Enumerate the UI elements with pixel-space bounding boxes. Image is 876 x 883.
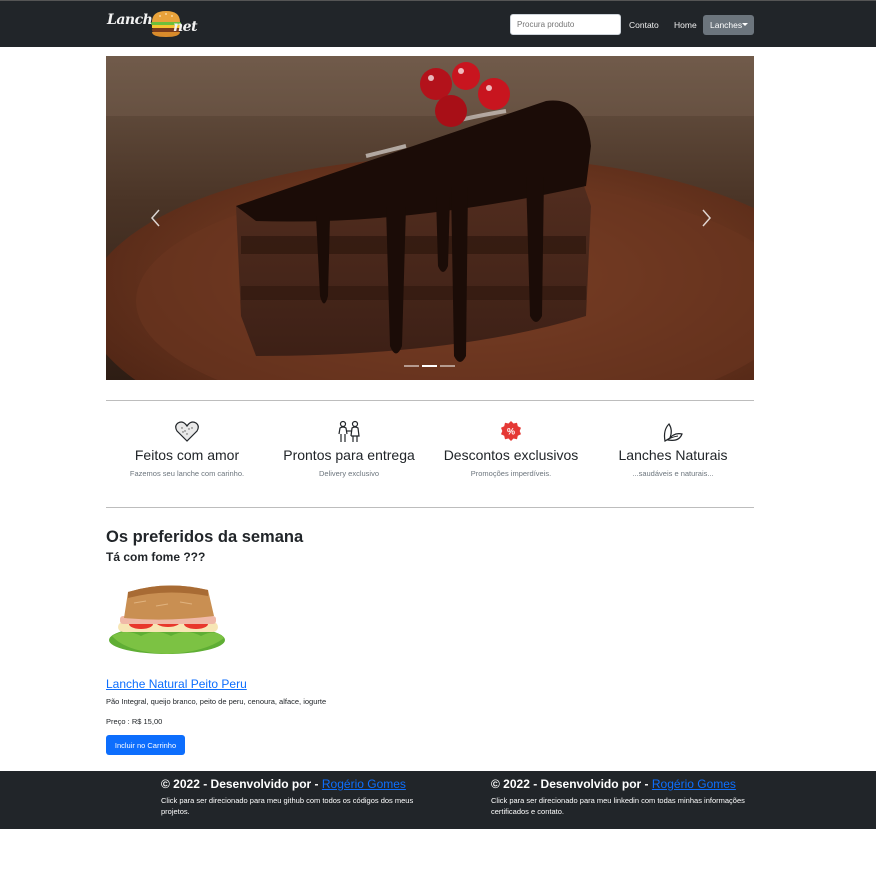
feature-title: Feitos com amor <box>134 447 240 463</box>
carousel-slide-image <box>106 56 754 380</box>
add-to-cart-button[interactable]: Incluir no Carrinho <box>106 735 185 755</box>
search-input[interactable] <box>510 14 621 35</box>
discount-icon: % <box>501 421 521 441</box>
svg-text:%: % <box>507 427 515 437</box>
lanches-dropdown-label: Lanches <box>710 20 743 30</box>
carousel-indicator[interactable] <box>440 365 455 367</box>
carousel-next-icon[interactable] <box>696 206 716 230</box>
carousel-indicator-active[interactable] <box>422 365 437 367</box>
caret-down-icon <box>742 23 748 26</box>
feature-subtitle: Fazemos seu lanche com carinho. <box>129 469 245 478</box>
feature-title: Descontos exclusivos <box>443 447 579 463</box>
feature-title: Prontos para entrega <box>283 447 415 463</box>
feature-descontos-exclusivos: % Descontos exclusivos Promoções imperdí… <box>430 420 592 478</box>
footer-copyright: © 2022 - Desenvolvido por - <box>161 777 322 791</box>
lanches-dropdown-button[interactable]: Lanches <box>703 15 754 35</box>
carousel-prev-icon[interactable] <box>146 206 166 230</box>
feature-subtitle: Promoções imperdíveis. <box>470 469 552 478</box>
product-image[interactable] <box>106 578 228 664</box>
footer-author-link[interactable]: Rogério Gomes <box>322 777 406 791</box>
footer-heading: © 2022 - Desenvolvido por - Rogério Gome… <box>161 777 421 791</box>
product-description: Pão Integral, queijo branco, peito de pe… <box>106 697 327 706</box>
section-title: Os preferidos da semana <box>106 528 304 546</box>
divider <box>106 507 754 508</box>
carousel-indicator[interactable] <box>404 365 419 367</box>
footer: © 2022 - Desenvolvido por - Rogério Gome… <box>0 771 876 829</box>
product-name-link[interactable]: Lanche Natural Peito Peru <box>106 677 247 691</box>
footer-description: Click para ser direcionado para meu gith… <box>161 796 414 816</box>
footer-column-linkedin: © 2022 - Desenvolvido por - Rogério Gome… <box>491 777 751 817</box>
leaf-icon <box>663 423 683 442</box>
product-price: Preço : R$ 15,00 <box>106 717 163 726</box>
brand-text-right: net <box>173 19 198 35</box>
divider <box>106 400 754 401</box>
footer-column-github: © 2022 - Desenvolvido por - Rogério Gome… <box>161 777 421 817</box>
people-icon <box>338 420 360 442</box>
feature-feitos-com-amor: Feitos com amor Fazemos seu lanche com c… <box>106 420 268 478</box>
nav-link-home[interactable]: Home <box>674 20 697 30</box>
brand-logo[interactable]: Lancho net <box>107 7 207 43</box>
feature-subtitle: Delivery exclusivo <box>318 469 380 478</box>
footer-description: Click para ser direcionado para meu link… <box>491 796 745 816</box>
feature-lanches-naturais: Lanches Naturais ...saudáveis e naturais… <box>592 420 754 478</box>
feature-title: Lanches Naturais <box>618 447 728 463</box>
carousel <box>106 56 754 380</box>
carousel-indicators <box>404 365 455 367</box>
footer-author-link[interactable]: Rogério Gomes <box>652 777 736 791</box>
heart-icon <box>175 421 199 442</box>
feature-prontos-para-entrega: Prontos para entrega Delivery exclusivo <box>268 420 430 478</box>
navbar: Lancho net Contato Home Lanches <box>0 0 876 47</box>
nav-link-contato[interactable]: Contato <box>629 20 659 30</box>
section-subtitle: Tá com fome ??? <box>106 550 206 564</box>
footer-heading: © 2022 - Desenvolvido por - Rogério Gome… <box>491 777 751 791</box>
feature-subtitle: ...saudáveis e naturais... <box>632 469 714 478</box>
footer-copyright: © 2022 - Desenvolvido por - <box>491 777 652 791</box>
